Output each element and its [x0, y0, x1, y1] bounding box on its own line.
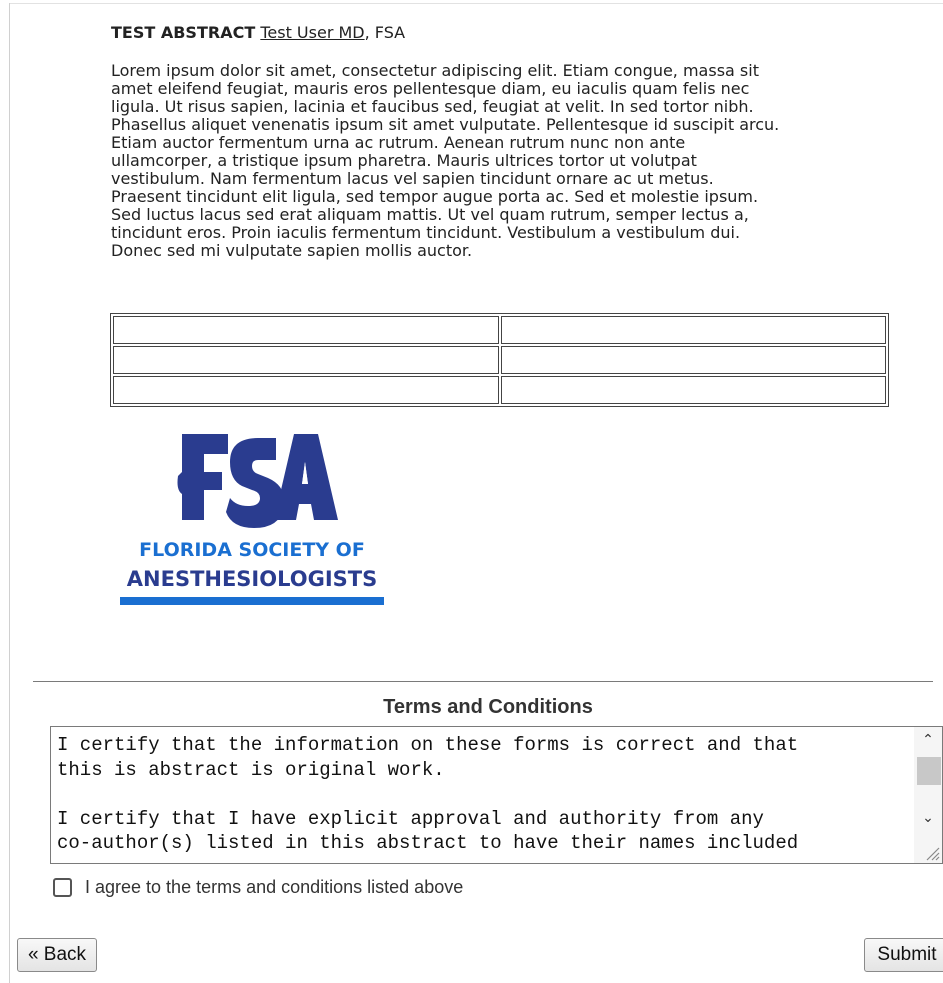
top-border — [9, 3, 943, 4]
fsa-logo: FLORIDA SOCIETY OF ANESTHESIOLOGISTS — [120, 434, 384, 605]
table-cell — [500, 316, 886, 344]
terms-heading: Terms and Conditions — [383, 696, 593, 718]
logo-underline — [120, 597, 384, 605]
agree-row: I agree to the terms and conditions list… — [53, 876, 463, 898]
fsa-logo-mark — [177, 434, 338, 528]
table-cell — [113, 346, 499, 374]
table-cell — [113, 376, 499, 404]
table-row — [113, 376, 886, 404]
left-border — [9, 3, 10, 983]
agree-label[interactable]: I agree to the terms and conditions list… — [85, 877, 463, 898]
table-row — [113, 316, 886, 344]
back-button[interactable]: « Back — [17, 938, 97, 972]
table-cell — [500, 376, 886, 404]
abstract-line: ullamcorper, a tristique ipsum pharetra.… — [111, 151, 697, 170]
abstract-line: Praesent tincidunt elit ligula, sed temp… — [111, 187, 759, 206]
section-divider — [33, 681, 933, 682]
abstract-body: Lorem ipsum dolor sit amet, consectetur … — [111, 62, 901, 260]
abstract-header: TEST ABSTRACT Test User MD, FSA — [111, 22, 405, 44]
logo-line1: FLORIDA SOCIETY OF — [139, 539, 365, 561]
abstract-line: Donec sed mi vulputate sapien mollis auc… — [111, 241, 473, 260]
abstract-line: ligula. Ut risus sapien, lacinia et fauc… — [111, 97, 754, 116]
agree-checkbox[interactable] — [53, 877, 72, 897]
abstract-line: Lorem ipsum dolor sit amet, consectetur … — [111, 61, 759, 80]
terms-textarea[interactable]: I certify that the information on these … — [50, 726, 943, 864]
author-link[interactable]: Test User MD — [260, 23, 364, 42]
table-cell — [113, 316, 499, 344]
abstract-line: Etiam auctor fermentum urna ac rutrum. A… — [111, 133, 686, 152]
abstract-line: Sed luctus lacus sed erat aliquam mattis… — [111, 205, 749, 224]
scroll-down-icon[interactable]: ⌄ — [914, 807, 942, 829]
terms-text: I certify that the information on these … — [57, 734, 799, 854]
author-affiliation: , FSA — [364, 23, 406, 42]
table-row — [113, 346, 886, 374]
scroll-thumb[interactable] — [917, 757, 941, 785]
abstract-line: tincidunt eros. Proin iaculis fermentum … — [111, 223, 741, 242]
resize-grip-icon[interactable] — [922, 843, 940, 861]
table-cell — [500, 346, 886, 374]
abstract-title: TEST ABSTRACT — [111, 23, 256, 42]
empty-data-table — [110, 313, 889, 407]
abstract-line: vestibulum. Nam fermentum lacus vel sapi… — [111, 169, 714, 188]
submit-button[interactable]: Submit — [864, 938, 943, 972]
abstract-line: Phasellus aliquet venenatis ipsum sit am… — [111, 115, 780, 134]
abstract-line: amet eleifend feugiat, mauris eros pelle… — [111, 79, 750, 98]
logo-line2: ANESTHESIOLOGISTS — [127, 567, 377, 591]
scroll-up-icon[interactable]: ⌃ — [914, 729, 942, 751]
